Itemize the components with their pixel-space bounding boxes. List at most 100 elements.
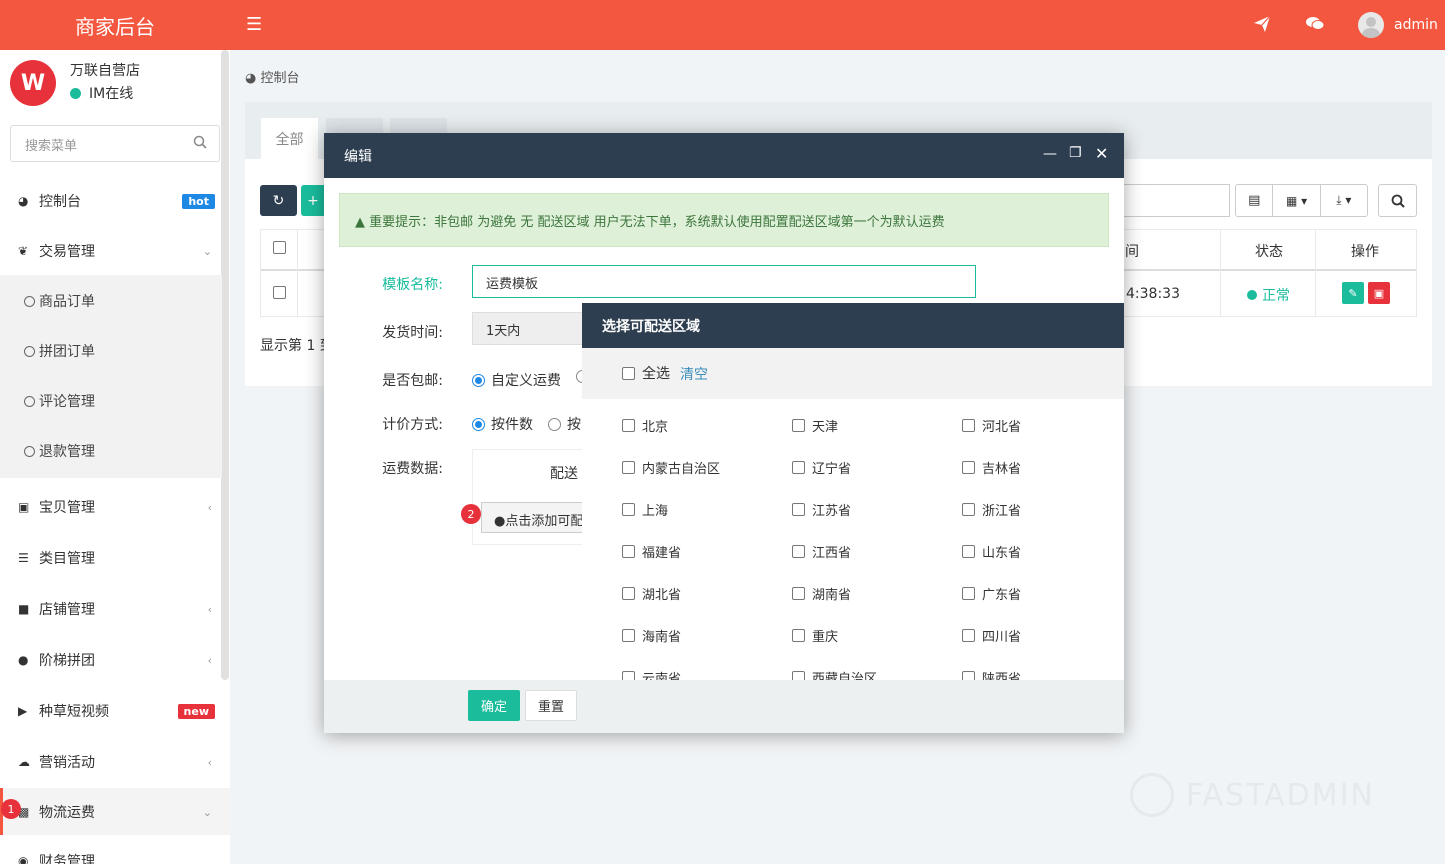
checkbox-icon xyxy=(622,545,635,558)
sidebar-subitem-refunds[interactable]: 退款管理 xyxy=(24,441,95,461)
checkbox-icon xyxy=(622,671,635,680)
clear-link[interactable]: 清空 xyxy=(680,364,708,384)
region-checkbox[interactable]: 河北省 xyxy=(962,416,1021,435)
region-label: 山东省 xyxy=(982,546,1022,561)
list-icon: ☰ xyxy=(18,551,29,565)
sidebar-item-logistics[interactable]: ▩ 物流运费 ⌄ xyxy=(0,801,222,823)
sidebar-item-products[interactable]: ▣ 宝贝管理 ‹ xyxy=(0,496,222,518)
sidebar-item-store[interactable]: ■ 店铺管理 ‹ xyxy=(0,598,222,620)
region-checkbox[interactable]: 陕西省 xyxy=(962,668,1021,680)
region-checkbox[interactable]: 江西省 xyxy=(792,542,851,561)
card-view-icon[interactable]: ▤ xyxy=(1236,185,1274,216)
region-checkbox[interactable]: 天津 xyxy=(792,416,838,435)
region-checkbox[interactable]: 北京 xyxy=(622,416,668,435)
advanced-search-button[interactable] xyxy=(1378,184,1417,217)
region-checkbox[interactable]: 重庆 xyxy=(792,626,838,645)
ship-time-label: 发货时间: xyxy=(382,325,443,341)
export-icon[interactable]: ⤓ ▾ xyxy=(1321,185,1367,216)
menu-search-input[interactable]: 搜索菜单 xyxy=(10,125,220,162)
sidebar-item-finance[interactable]: ◉ 财务管理 xyxy=(0,850,222,864)
custom-freight-radio[interactable]: 自定义运费 xyxy=(472,370,561,390)
sidebar-item-marketing[interactable]: ☁ 营销活动 ‹ xyxy=(0,751,222,773)
paper-plane-icon[interactable] xyxy=(1251,13,1273,35)
menu-toggle-icon[interactable]: ☰ xyxy=(246,14,262,35)
region-label: 河北省 xyxy=(982,420,1022,435)
chat-bubbles-icon[interactable] xyxy=(1304,13,1326,35)
region-label: 广东省 xyxy=(982,588,1022,603)
sidebar-item-short-video[interactable]: ▶ 种草短视频 new xyxy=(0,700,222,722)
free-shipping-label: 是否包邮: xyxy=(382,373,443,389)
reset-button[interactable]: 重置 xyxy=(525,690,577,721)
by-weight-radio[interactable]: 按 xyxy=(548,414,581,434)
user-menu[interactable]: admin xyxy=(1358,12,1438,38)
region-checkbox[interactable]: 上海 xyxy=(622,500,668,519)
step-marker-1: 1 xyxy=(1,799,21,819)
ship-time-select[interactable]: 1天内 xyxy=(472,312,592,345)
breadcrumb[interactable]: ◕ 控制台 xyxy=(245,67,300,86)
store-icon: ■ xyxy=(18,602,30,616)
region-checkbox[interactable]: 广东省 xyxy=(962,584,1021,603)
refresh-button[interactable]: ↻ xyxy=(260,185,297,216)
columns-icon[interactable]: ▦ ▾ xyxy=(1273,185,1321,216)
region-checkbox[interactable]: 海南省 xyxy=(622,626,681,645)
region-checkbox[interactable]: 辽宁省 xyxy=(792,458,851,477)
region-checkbox[interactable]: 吉林省 xyxy=(962,458,1021,477)
circle-icon xyxy=(24,346,35,357)
region-checkbox[interactable]: 湖南省 xyxy=(792,584,851,603)
sidebar-item-categories[interactable]: ☰ 类目管理 xyxy=(0,547,222,569)
search-icon[interactable] xyxy=(193,135,207,153)
modal-footer xyxy=(324,680,1124,733)
sidebar-item-dashboard[interactable]: ◕ 控制台 hot xyxy=(0,190,222,212)
delete-row-button[interactable]: ▣ xyxy=(1368,282,1390,304)
close-icon[interactable]: ✕ xyxy=(1095,144,1108,163)
sidebar-subitem-orders[interactable]: 商品订单 xyxy=(24,291,95,311)
new-badge: new xyxy=(177,703,215,719)
add-region-button[interactable]: ●点击添加可配 xyxy=(481,502,582,533)
sidebar-scrollbar[interactable] xyxy=(221,50,229,680)
column-header-time: 间 xyxy=(1125,244,1139,260)
select-all-regions-checkbox[interactable]: 全选 xyxy=(622,363,670,383)
checkbox-icon xyxy=(622,503,635,516)
checkbox-icon xyxy=(622,461,635,474)
edit-row-button[interactable]: ✎ xyxy=(1342,282,1364,304)
sidebar-subitem-reviews[interactable]: 评论管理 xyxy=(24,391,95,411)
by-piece-radio[interactable]: 按件数 xyxy=(472,414,533,434)
region-label: 陕西省 xyxy=(982,672,1022,680)
region-label: 福建省 xyxy=(642,546,682,561)
region-checkbox[interactable]: 江苏省 xyxy=(792,500,851,519)
tab-all[interactable]: 全部 xyxy=(261,118,318,159)
minimize-icon[interactable]: — xyxy=(1043,146,1057,162)
region-checkbox[interactable]: 四川省 xyxy=(962,626,1021,645)
select-all-checkbox[interactable] xyxy=(273,241,286,254)
region-label: 辽宁省 xyxy=(812,462,852,477)
region-checkbox[interactable]: 浙江省 xyxy=(962,500,1021,519)
template-name-input[interactable]: 运费模板 xyxy=(472,265,976,298)
checkbox-icon xyxy=(622,587,635,600)
sidebar-item-trade[interactable]: ❦ 交易管理 ⌄ xyxy=(0,240,222,262)
region-checkbox[interactable]: 内蒙古自治区 xyxy=(622,458,720,477)
fastadmin-watermark: FASTADMIN xyxy=(1130,773,1375,817)
table-search-input[interactable] xyxy=(1124,184,1230,217)
region-label: 四川省 xyxy=(982,630,1022,645)
add-button[interactable]: + xyxy=(301,185,325,216)
sidebar-item-group-buy[interactable]: ● 阶梯拼团 ‹ xyxy=(0,649,222,671)
region-label: 西藏自治区 xyxy=(812,672,878,680)
region-checkbox[interactable]: 湖北省 xyxy=(622,584,681,603)
region-checkbox[interactable]: 福建省 xyxy=(622,542,681,561)
hot-badge: hot xyxy=(182,193,215,209)
refresh-icon: ↻ xyxy=(272,192,285,209)
sidebar-subitem-group-orders[interactable]: 拼团订单 xyxy=(24,341,95,361)
row-checkbox[interactable] xyxy=(273,286,286,299)
maximize-icon[interactable]: ❐ xyxy=(1069,145,1082,161)
table-border xyxy=(1416,229,1417,317)
region-checkbox[interactable]: 云南省 xyxy=(622,668,681,680)
checkbox-icon xyxy=(792,461,805,474)
region-checkbox[interactable]: 山东省 xyxy=(962,542,1021,561)
brand-title[interactable]: 商家后台 xyxy=(0,0,230,50)
region-label: 内蒙古自治区 xyxy=(642,462,721,477)
chevron-down-icon: ⌄ xyxy=(202,805,212,819)
region-checkbox[interactable]: 西藏自治区 xyxy=(792,668,877,680)
confirm-button[interactable]: 确定 xyxy=(468,690,520,721)
region-label: 江苏省 xyxy=(812,504,852,519)
shopping-bag-icon: ▣ xyxy=(18,500,30,514)
